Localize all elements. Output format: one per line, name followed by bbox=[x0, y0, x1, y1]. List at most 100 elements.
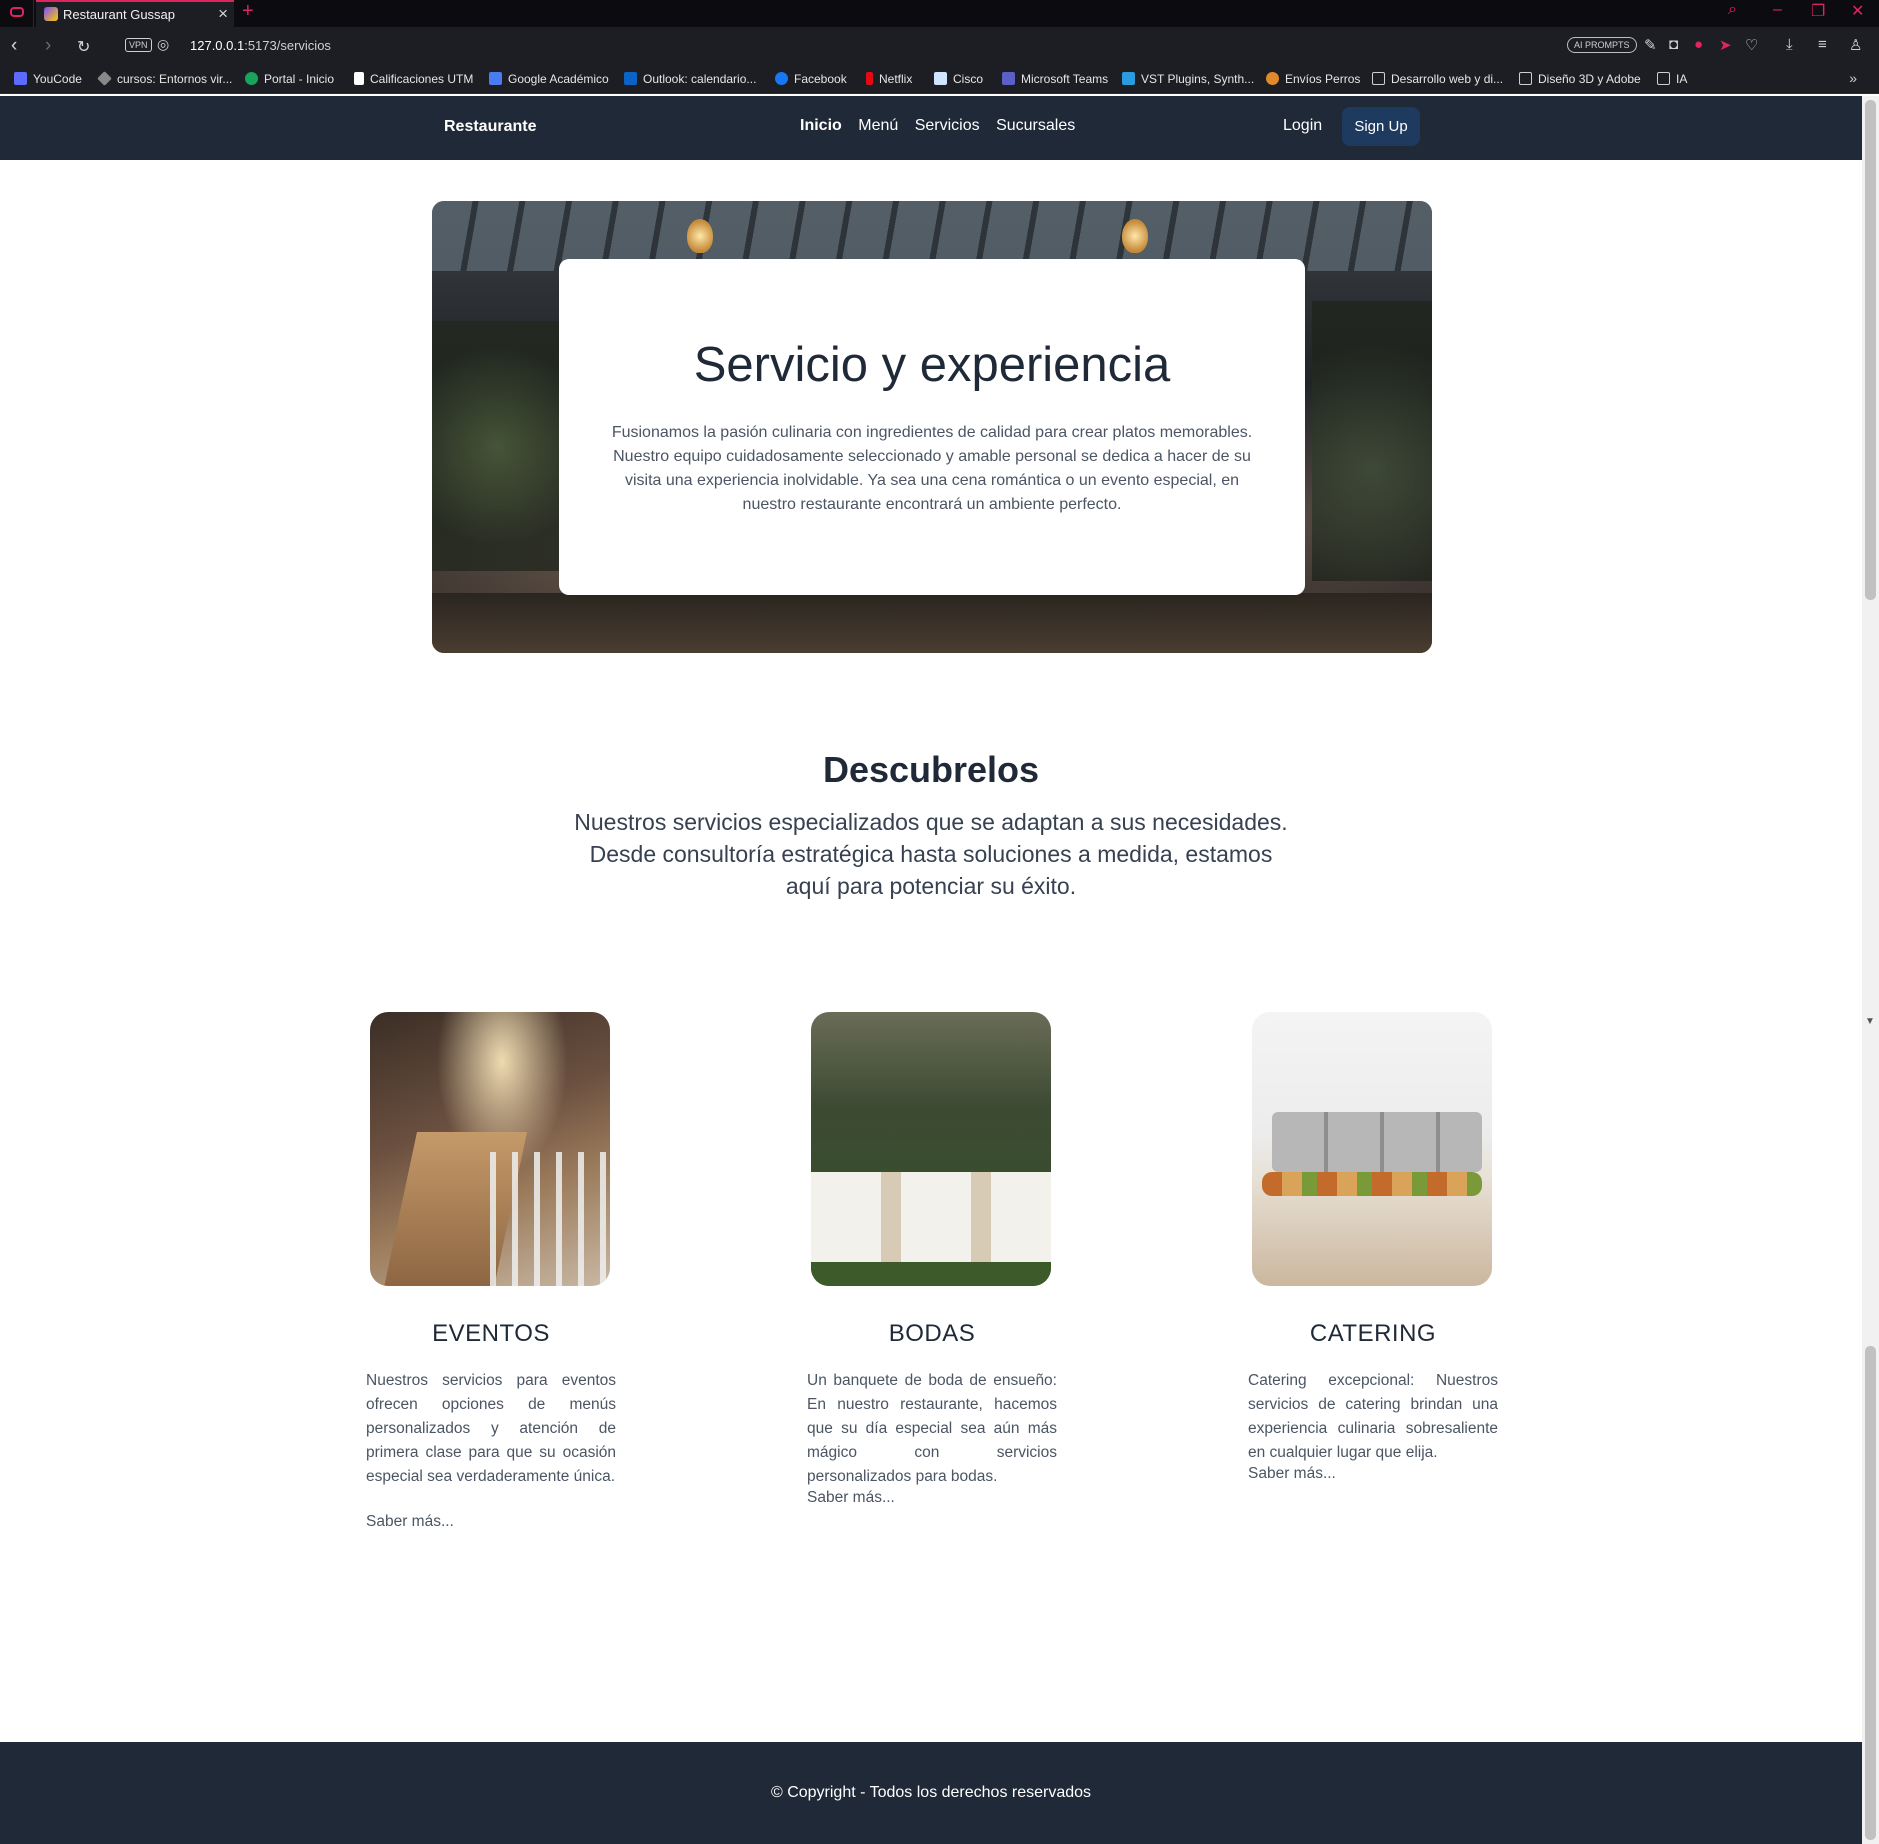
browser-tab-bar: Restaurant Gussap × + ⌕ – ❐ ✕ bbox=[0, 0, 1879, 27]
bookmark-youcode[interactable]: YouCode bbox=[14, 72, 82, 86]
eventos-photo-chairs bbox=[490, 1152, 610, 1286]
cisco-icon bbox=[934, 72, 947, 85]
service-text: Un banquete de boda de ensueño: En nuest… bbox=[807, 1372, 1057, 1485]
search-icon[interactable]: ⌕ bbox=[1728, 1, 1737, 19]
bookmark-envios-perros[interactable]: Envíos Perros bbox=[1266, 72, 1360, 86]
saber-mas-link[interactable]: Saber más... bbox=[1248, 1465, 1336, 1483]
youcode-icon bbox=[14, 72, 27, 85]
close-window-icon[interactable]: ✕ bbox=[1851, 1, 1864, 21]
nav-link-servicios[interactable]: Servicios bbox=[915, 117, 980, 134]
profile-icon[interactable]: ♙ bbox=[1849, 36, 1862, 54]
site-footer: © Copyright - Todos los derechos reserva… bbox=[0, 1742, 1862, 1844]
bookmark-cisco[interactable]: Cisco bbox=[934, 72, 983, 86]
close-tab-icon[interactable]: × bbox=[218, 4, 228, 24]
service-text: Nuestros servicios para eventos ofrecen … bbox=[366, 1372, 616, 1485]
teams-icon bbox=[1002, 72, 1015, 85]
more-bookmarks-icon[interactable]: » bbox=[1849, 70, 1857, 86]
hero-banner: Servicio y experiencia Fusionamos la pas… bbox=[432, 201, 1432, 653]
tab-title: Restaurant Gussap bbox=[63, 7, 176, 22]
bodas-image bbox=[811, 1012, 1051, 1286]
service-text: Catering excepcional: Nuestros servicios… bbox=[1248, 1372, 1498, 1461]
pinned-tab[interactable] bbox=[0, 0, 34, 27]
saber-mas-link[interactable]: Saber más... bbox=[807, 1489, 895, 1507]
bookmark-folder-desarrollo[interactable]: Desarrollo web y di... bbox=[1372, 72, 1503, 86]
service-title: BODAS bbox=[888, 1320, 976, 1347]
folder-icon bbox=[1372, 72, 1385, 85]
forward-icon[interactable]: › bbox=[45, 35, 51, 57]
nav-link-sucursales[interactable]: Sucursales bbox=[996, 117, 1075, 134]
bookmark-netflix[interactable]: Netflix bbox=[866, 72, 912, 86]
site-navbar: Restaurante Inicio Menú Servicios Sucurs… bbox=[0, 96, 1862, 160]
vst-icon bbox=[1122, 72, 1135, 85]
edit-icon[interactable]: ✎ bbox=[1644, 36, 1657, 54]
nav-link-inicio[interactable]: Inicio bbox=[800, 117, 842, 134]
catering-image bbox=[1252, 1012, 1492, 1286]
camera-icon[interactable]: ◘ bbox=[1669, 36, 1678, 53]
lamp-icon bbox=[1122, 219, 1148, 253]
hero-card: Servicio y experiencia Fusionamos la pas… bbox=[559, 259, 1305, 595]
folder-icon bbox=[1519, 72, 1532, 85]
url-field[interactable]: 127.0.0.1:5173/servicios bbox=[190, 38, 331, 53]
shield-icon[interactable]: ● bbox=[1694, 36, 1703, 53]
lamp-icon bbox=[687, 219, 713, 253]
bookmark-facebook[interactable]: Facebook bbox=[775, 72, 847, 86]
eventos-image bbox=[370, 1012, 610, 1286]
bookmark-folder-diseno[interactable]: Diseño 3D y Adobe bbox=[1519, 72, 1641, 86]
minimize-icon[interactable]: – bbox=[1773, 1, 1782, 19]
hero-photo-plants bbox=[432, 321, 562, 571]
menu-icon[interactable]: ≡ bbox=[1818, 36, 1827, 53]
url-path: :5173/servicios bbox=[244, 38, 331, 53]
catering-photo-food bbox=[1262, 1172, 1482, 1196]
address-bar: ‹ › ↻ VPN ◎ 127.0.0.1:5173/servicios AI … bbox=[0, 27, 1879, 64]
ai-prompts-button[interactable]: AI PROMPTS bbox=[1567, 37, 1637, 53]
gamepad-icon bbox=[10, 7, 24, 17]
bookmark-folder-ia[interactable]: IA bbox=[1657, 72, 1687, 86]
login-link[interactable]: Login bbox=[1283, 117, 1322, 135]
envios-icon bbox=[1266, 72, 1279, 85]
hero-photo-floor bbox=[432, 593, 1432, 653]
scroll-down-icon[interactable]: ▼ bbox=[1865, 1016, 1875, 1027]
url-host: 127.0.0.1 bbox=[190, 38, 245, 53]
footer-copyright: © Copyright - Todos los derechos reserva… bbox=[770, 1784, 1092, 1801]
site-brand[interactable]: Restaurante bbox=[444, 118, 536, 136]
nav-link-menu[interactable]: Menú bbox=[858, 117, 898, 134]
reload-icon[interactable]: ↻ bbox=[77, 37, 90, 57]
bookmark-cursos[interactable]: cursos: Entornos vir... bbox=[97, 71, 232, 86]
bookmark-outlook[interactable]: Outlook: calendario... bbox=[624, 72, 756, 86]
vite-favicon-icon bbox=[44, 7, 58, 21]
saber-mas-link[interactable]: Saber más... bbox=[366, 1513, 454, 1531]
bookmark-portal[interactable]: Portal - Inicio bbox=[245, 72, 334, 86]
outlook-icon bbox=[624, 72, 637, 85]
hero-text: Fusionamos la pasión culinaria con ingre… bbox=[611, 424, 1253, 513]
vpn-badge[interactable]: VPN bbox=[125, 38, 152, 52]
bodas-photo-tables bbox=[811, 1172, 1051, 1262]
send-icon[interactable]: ➤ bbox=[1719, 36, 1732, 54]
bookmark-vst-plugins[interactable]: VST Plugins, Synth... bbox=[1122, 72, 1254, 86]
scrollbar-track-segment[interactable] bbox=[1865, 1346, 1876, 1840]
heart-icon[interactable]: ♡ bbox=[1745, 36, 1758, 54]
bodas-photo-grass bbox=[811, 1262, 1051, 1286]
new-tab-icon[interactable]: + bbox=[242, 0, 254, 23]
site-info-icon[interactable]: ◎ bbox=[157, 36, 169, 53]
download-icon[interactable]: ⤓ bbox=[1786, 36, 1793, 53]
restore-icon[interactable]: ❐ bbox=[1811, 1, 1825, 21]
netflix-icon bbox=[866, 72, 873, 85]
catering-photo-trays bbox=[1272, 1112, 1482, 1172]
document-icon bbox=[354, 72, 364, 85]
tab-restaurant-gussap[interactable]: Restaurant Gussap × bbox=[36, 0, 234, 27]
bookmark-google-academico[interactable]: Google Académico bbox=[489, 72, 609, 86]
bookmark-microsoft-teams[interactable]: Microsoft Teams bbox=[1002, 72, 1108, 86]
bookmarks-bar: YouCode cursos: Entornos vir... Portal -… bbox=[0, 64, 1879, 94]
scholar-icon bbox=[489, 72, 502, 85]
bookmark-calificaciones[interactable]: Calificaciones UTM bbox=[354, 72, 473, 86]
hero-title: Servicio y experiencia bbox=[693, 338, 1171, 392]
scrollbar-thumb[interactable] bbox=[1865, 100, 1876, 600]
page-viewport: Restaurante Inicio Menú Servicios Sucurs… bbox=[0, 96, 1862, 1844]
page-scrollbar[interactable]: ▼ bbox=[1862, 96, 1879, 1844]
sharepoint-icon bbox=[245, 72, 258, 85]
discover-subtitle: Nuestros servicios especializados que se… bbox=[574, 809, 1288, 899]
back-icon[interactable]: ‹ bbox=[11, 35, 17, 57]
hero-photo-plants bbox=[1312, 301, 1432, 581]
folder-icon bbox=[1657, 72, 1670, 85]
signup-button[interactable]: Sign Up bbox=[1342, 107, 1420, 146]
